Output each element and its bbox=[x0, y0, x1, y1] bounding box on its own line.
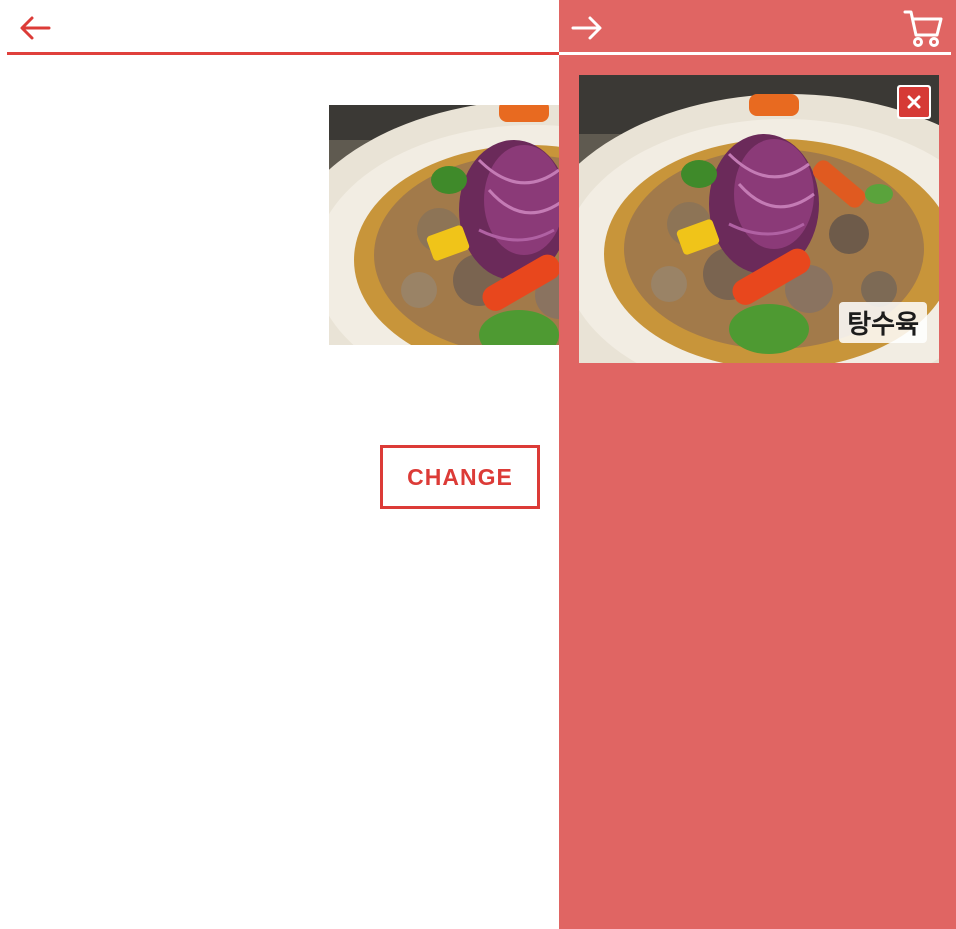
drawer-header bbox=[559, 0, 951, 55]
cart-drawer: 탕수육 bbox=[559, 0, 956, 929]
main-header bbox=[7, 0, 567, 55]
back-button[interactable] bbox=[19, 14, 51, 42]
cart-item: 탕수육 bbox=[579, 75, 939, 363]
arrow-right-icon bbox=[571, 16, 602, 40]
remove-item-button[interactable] bbox=[897, 85, 931, 119]
close-drawer-button[interactable] bbox=[571, 14, 603, 42]
cart-icon bbox=[903, 10, 943, 47]
cart-button[interactable] bbox=[903, 8, 943, 48]
cart-item-label: 탕수육 bbox=[839, 302, 927, 343]
arrow-left-icon bbox=[20, 16, 51, 40]
close-icon bbox=[907, 95, 921, 109]
change-button[interactable]: CHANGE bbox=[380, 445, 540, 509]
app-page: CHANGE 탕수육 bbox=[0, 0, 956, 929]
